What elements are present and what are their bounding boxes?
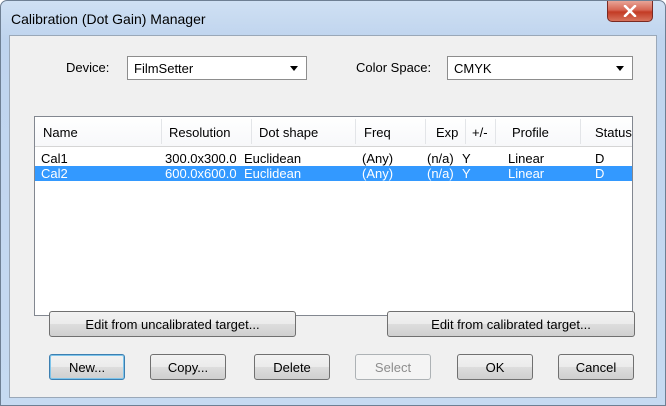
chevron-down-icon xyxy=(290,66,298,71)
edit-from-calibrated-button[interactable]: Edit from calibrated target... xyxy=(387,311,635,337)
cell-exp: (n/a) xyxy=(427,166,454,181)
copy-button[interactable]: Copy... xyxy=(150,354,226,380)
window-title: Calibration (Dot Gain) Manager xyxy=(11,11,206,27)
color-space-value: CMYK xyxy=(454,61,492,76)
cell-freq: (Any) xyxy=(362,166,394,181)
title-bar[interactable]: Calibration (Dot Gain) Manager xyxy=(1,1,665,35)
calibration-list[interactable]: Name Resolution Dot shape Freq Exp +/- P… xyxy=(34,116,633,316)
delete-button[interactable]: Delete xyxy=(254,354,330,380)
cell-plusminus: Y xyxy=(462,151,471,166)
close-button[interactable] xyxy=(607,1,653,22)
column-header-plusminus[interactable]: +/- xyxy=(472,125,488,140)
cell-profile: Linear xyxy=(508,166,545,181)
column-header-exp[interactable]: Exp xyxy=(436,125,458,140)
select-button: Select xyxy=(355,354,431,380)
cell-resolution: 600.0x600.0 xyxy=(165,166,237,181)
edit-from-uncalibrated-button[interactable]: Edit from uncalibrated target... xyxy=(49,311,296,337)
dialog-window: Calibration (Dot Gain) Manager Device: F… xyxy=(0,0,666,406)
device-dropdown[interactable]: FilmSetter xyxy=(127,56,307,80)
cell-dot-shape: Euclidean xyxy=(244,151,302,166)
close-icon xyxy=(623,5,637,17)
cell-status: D xyxy=(595,166,605,181)
device-label: Device: xyxy=(66,60,110,75)
chevron-down-icon xyxy=(616,66,624,71)
column-header-resolution[interactable]: Resolution xyxy=(169,125,230,140)
cell-profile: Linear xyxy=(508,151,545,166)
column-header-dot-shape[interactable]: Dot shape xyxy=(259,125,318,140)
dialog-body: Device: FilmSetter Color Space: CMYK Nam… xyxy=(9,35,657,398)
cell-dot-shape: Euclidean xyxy=(244,166,302,181)
ok-button[interactable]: OK xyxy=(457,354,533,380)
column-header-freq[interactable]: Freq xyxy=(364,125,391,140)
column-header-profile[interactable]: Profile xyxy=(512,125,549,140)
color-space-dropdown[interactable]: CMYK xyxy=(447,56,633,80)
cell-freq: (Any) xyxy=(362,151,394,166)
color-space-label: Color Space: xyxy=(356,60,432,75)
cell-plusminus: Y xyxy=(462,166,471,181)
list-header: Name Resolution Dot shape Freq Exp +/- P… xyxy=(35,117,632,147)
column-header-status[interactable]: Status xyxy=(595,125,632,140)
cell-exp: (n/a) xyxy=(427,151,454,166)
new-button[interactable]: New... xyxy=(49,354,125,380)
cell-name: Cal1 xyxy=(41,151,68,166)
cell-name: Cal2 xyxy=(41,166,68,181)
list-item[interactable]: Cal1 300.0x300.0 Euclidean (Any) (n/a) Y… xyxy=(35,151,632,166)
cancel-button[interactable]: Cancel xyxy=(558,354,634,380)
cell-resolution: 300.0x300.0 xyxy=(165,151,237,166)
list-item-selected[interactable]: Cal2 600.0x600.0 Euclidean (Any) (n/a) Y… xyxy=(35,166,632,181)
cell-status: D xyxy=(595,151,605,166)
column-header-name[interactable]: Name xyxy=(43,125,78,140)
device-value: FilmSetter xyxy=(134,61,194,76)
